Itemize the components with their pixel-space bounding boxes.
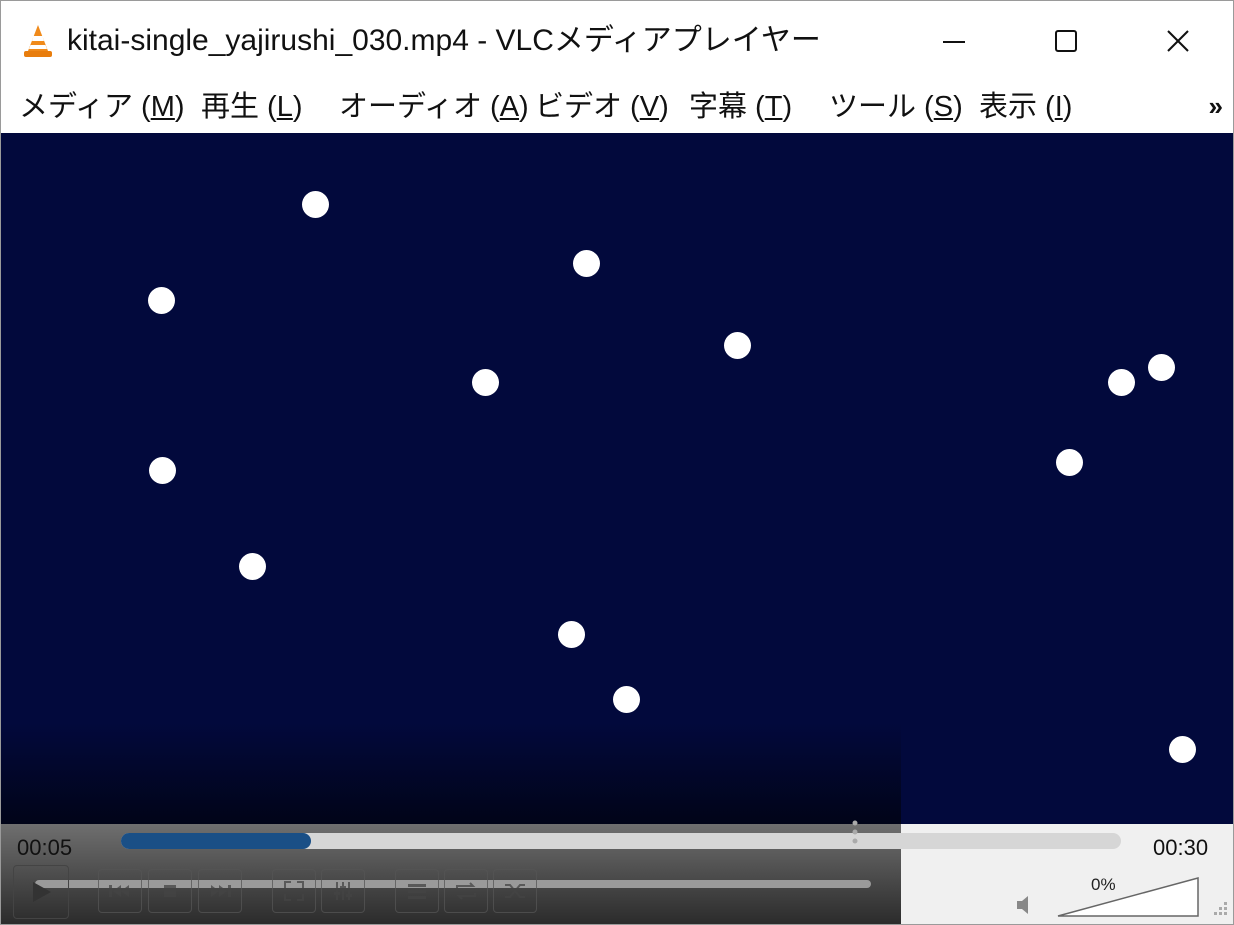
maximize-button[interactable] <box>1031 13 1101 69</box>
fullscreen-button[interactable] <box>272 869 316 913</box>
menu-tools-accel: S <box>933 91 954 123</box>
menu-tools[interactable]: ツール (S) <box>829 87 963 127</box>
seek-handle-icon[interactable] <box>851 819 859 849</box>
video-controls-fade <box>1 723 901 824</box>
menu-playback-accel: L <box>276 91 293 123</box>
close-icon <box>1167 30 1189 52</box>
play-icon <box>33 882 51 902</box>
seek-bar-progress <box>121 833 311 849</box>
menu-overflow-button[interactable]: » <box>1209 91 1223 122</box>
extended-settings-button[interactable] <box>321 869 365 913</box>
fullscreen-icon <box>284 881 304 901</box>
video-dot <box>724 332 751 359</box>
loop-button[interactable] <box>444 869 488 913</box>
video-dot <box>472 369 499 396</box>
menu-tools-suffix: ) <box>953 91 963 123</box>
skip-back-icon <box>109 885 129 897</box>
menu-media-suffix: ) <box>174 91 185 123</box>
video-dot <box>1056 449 1083 476</box>
stop-button[interactable] <box>148 869 192 913</box>
vlc-window: kitai-single_yajirushi_030.mp4 - VLCメディア… <box>0 0 1234 925</box>
menu-media-accel: M <box>150 91 175 123</box>
menu-video-suffix: ) <box>659 91 669 123</box>
menu-video[interactable]: ビデオ (V) <box>535 87 669 127</box>
minimize-button[interactable] <box>919 13 989 69</box>
maximize-icon <box>1055 30 1077 52</box>
menu-tools-label: ツール ( <box>829 91 934 123</box>
video-dot <box>1148 354 1175 381</box>
close-button[interactable] <box>1143 13 1213 69</box>
speaker-icon[interactable] <box>1015 895 1033 915</box>
volume-percent: 0% <box>1091 875 1116 894</box>
previous-button[interactable] <box>98 869 142 913</box>
menu-view[interactable]: 表示 (I) <box>979 87 1072 127</box>
current-time: 00:05 <box>17 835 73 860</box>
video-dot <box>1169 736 1196 763</box>
equalizer-icon <box>334 882 352 900</box>
video-dot <box>558 621 585 648</box>
shuffle-button[interactable] <box>493 869 537 913</box>
vlc-cone-icon <box>24 25 52 57</box>
menu-bar: メディア (M) 再生 (L) オーディオ (A) ビデオ (V) 字幕 (T)… <box>1 81 1233 133</box>
title-bar[interactable]: kitai-single_yajirushi_030.mp4 - VLCメディア… <box>1 1 1233 81</box>
video-dot <box>149 457 176 484</box>
video-dot <box>573 250 600 277</box>
minimize-icon <box>943 41 965 43</box>
playlist-button[interactable] <box>395 869 439 913</box>
menu-view-accel: I <box>1054 91 1063 123</box>
menu-video-accel: V <box>639 91 660 123</box>
window-title: kitai-single_yajirushi_030.mp4 - VLCメディア… <box>67 24 821 57</box>
menu-playback-label: 再生 ( <box>201 91 277 123</box>
menu-subtitle-suffix: ) <box>782 91 793 123</box>
seek-bar[interactable] <box>121 833 1121 849</box>
menu-subtitle[interactable]: 字幕 (T) <box>689 87 792 127</box>
menu-view-suffix: ) <box>1062 91 1073 123</box>
menu-subtitle-label: 字幕 ( <box>689 91 765 123</box>
playlist-icon <box>408 884 426 899</box>
menu-view-label: 表示 ( <box>979 91 1055 123</box>
menu-playback[interactable]: 再生 (L) <box>201 87 303 127</box>
video-dot <box>302 191 329 218</box>
volume-slider[interactable] <box>1056 876 1202 920</box>
shuffle-icon <box>505 884 525 898</box>
total-time: 00:30 <box>1153 835 1209 860</box>
menu-media-label: メディア ( <box>19 91 151 123</box>
menu-media[interactable]: メディア (M) <box>19 87 185 127</box>
menu-audio[interactable]: オーディオ (A) <box>339 87 529 127</box>
video-dot <box>613 686 640 713</box>
video-dot <box>239 553 266 580</box>
menu-audio-accel: A <box>499 91 520 123</box>
menu-playback-suffix: ) <box>292 91 303 123</box>
menu-subtitle-accel: T <box>764 91 783 123</box>
loop-icon <box>456 882 476 900</box>
menu-audio-label: オーディオ ( <box>339 91 500 123</box>
menu-video-label: ビデオ ( <box>535 91 640 123</box>
video-area[interactable] <box>1 133 1233 824</box>
skip-forward-icon <box>211 885 231 897</box>
menu-audio-suffix: ) <box>519 91 529 123</box>
stop-icon <box>164 885 176 897</box>
video-dot <box>148 287 175 314</box>
video-dot <box>1108 369 1135 396</box>
play-button[interactable] <box>13 865 69 919</box>
resize-grip-icon[interactable] <box>1211 899 1229 917</box>
next-button[interactable] <box>198 869 242 913</box>
